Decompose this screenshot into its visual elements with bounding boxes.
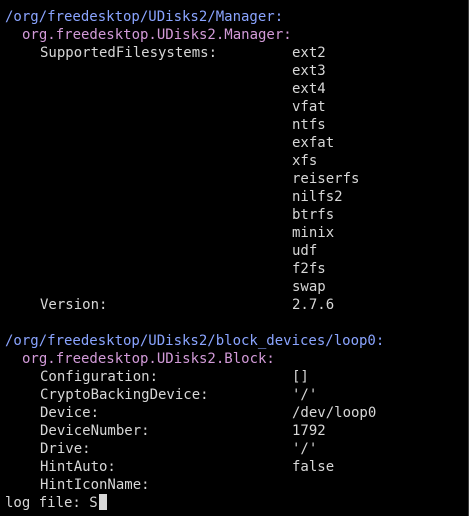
property-value: minix [292, 225, 335, 241]
property-value: 2.7.6 [292, 297, 335, 313]
property-value: ntfs [292, 117, 326, 133]
property-value: ext4 [292, 81, 326, 97]
object-path: /org/freedesktop/UDisks2/Manager: [5, 9, 284, 25]
property-value: reiserfs [292, 171, 360, 187]
terminal-window[interactable]: /org/freedesktop/UDisks2/Manager: org.fr… [0, 0, 469, 516]
object-path: /org/freedesktop/UDisks2/block_devices/l… [5, 333, 385, 349]
property-value: '/' [292, 441, 318, 457]
interface-name: org.freedesktop.UDisks2.Block: [22, 351, 275, 367]
property-key: HintIconName: [40, 477, 150, 493]
property-value: 1792 [292, 423, 326, 439]
property-key: CryptoBackingDevice: [40, 387, 209, 403]
property-key: DeviceNumber: [40, 423, 150, 439]
property-value: ext3 [292, 63, 326, 79]
property-value: false [292, 459, 335, 475]
property-value: f2fs [292, 261, 326, 277]
property-value: nilfs2 [292, 189, 343, 205]
text-cursor [98, 494, 107, 510]
property-value: ext2 [292, 45, 326, 61]
property-key: SupportedFilesystems: [40, 45, 218, 61]
property-key: Device: [40, 405, 100, 421]
property-value: xfs [292, 153, 318, 169]
property-value: swap [292, 279, 326, 295]
property-value: '/' [292, 387, 318, 403]
property-value: btrfs [292, 207, 335, 223]
interface-name: org.freedesktop.UDisks2.Manager: [22, 27, 292, 43]
property-value: exfat [292, 135, 335, 151]
property-key: Drive: [40, 441, 91, 457]
property-value: vfat [292, 99, 326, 115]
property-value: [] [292, 369, 309, 385]
property-key: HintAuto: [40, 459, 116, 475]
log-file-prompt[interactable]: log file: S [5, 494, 107, 512]
prompt-text: log file: S [5, 495, 98, 511]
property-value: /dev/loop0 [292, 405, 377, 421]
property-key: Configuration: [40, 369, 159, 385]
property-value: udf [292, 243, 318, 259]
property-key: Version: [40, 297, 108, 313]
